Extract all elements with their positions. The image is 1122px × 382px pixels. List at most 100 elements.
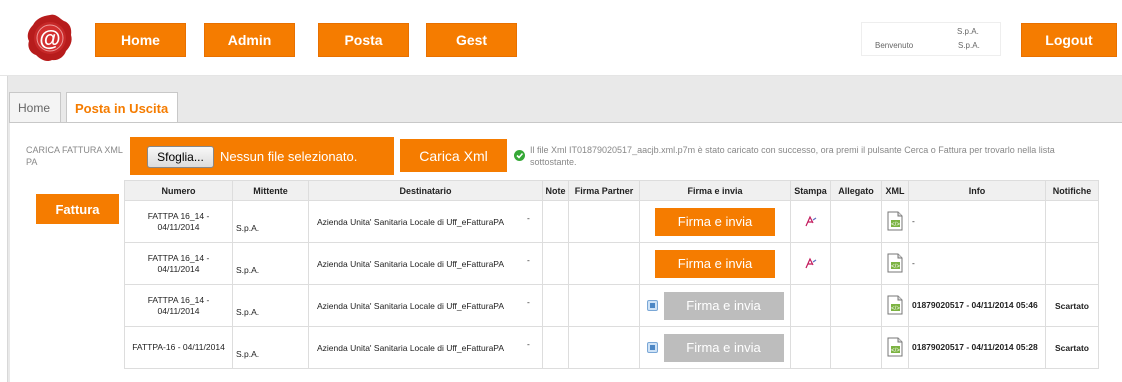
firma-invia-button-disabled: Firma e invia bbox=[663, 291, 784, 320]
destinatario-dash: - bbox=[527, 339, 530, 349]
cell-numero: FATTPA 16_14 - 04/11/2014 bbox=[124, 284, 233, 327]
destinatario-dash: - bbox=[527, 297, 530, 307]
nav-home-button[interactable]: Home bbox=[95, 23, 186, 57]
cell-allegato bbox=[830, 200, 882, 243]
cell-stampa bbox=[790, 284, 831, 327]
col-header-note[interactable]: Note bbox=[542, 180, 569, 201]
cell-mittente: S.p.A. bbox=[232, 326, 309, 369]
cell-xml: </> bbox=[881, 200, 909, 243]
xml-file-icon[interactable]: </> bbox=[887, 337, 903, 359]
cell-stampa bbox=[790, 242, 831, 285]
col-header-xml[interactable]: XML bbox=[881, 180, 909, 201]
cell-notifiche bbox=[1045, 200, 1099, 243]
cell-allegato bbox=[830, 284, 882, 327]
table-row: FATTPA 16_14 - 04/11/2014 S.p.A. Azienda… bbox=[124, 284, 1099, 327]
user-welcome: Benvenuto bbox=[875, 41, 914, 50]
tab-home[interactable]: Home bbox=[9, 92, 61, 123]
cell-numero: FATTPA 16_14 - 04/11/2014 bbox=[124, 200, 233, 243]
cell-destinatario: Azienda Unita' Sanitaria Locale di Uff_e… bbox=[308, 242, 543, 285]
cell-note bbox=[542, 200, 569, 243]
destinatario-text: Azienda Unita' Sanitaria Locale di Uff_e… bbox=[317, 342, 504, 353]
nav-admin-button[interactable]: Admin bbox=[204, 23, 295, 57]
svg-text:</>: </> bbox=[891, 222, 900, 228]
cell-destinatario: Azienda Unita' Sanitaria Locale di Uff_e… bbox=[308, 284, 543, 327]
table-header-row: Numero Mittente Destinatario Note Firma … bbox=[124, 180, 1099, 201]
xml-file-icon[interactable]: </> bbox=[887, 253, 903, 275]
cell-numero: FATTPA-16 - 04/11/2014 bbox=[124, 326, 233, 369]
cell-allegato bbox=[830, 326, 882, 369]
cell-firma: Firma e invia bbox=[639, 242, 791, 285]
cell-xml: </> bbox=[881, 326, 909, 369]
firma-invia-button-disabled: Firma e invia bbox=[663, 333, 784, 362]
firma-invia-button[interactable]: Firma e invia bbox=[655, 207, 775, 236]
cell-firma: Firma e invia bbox=[639, 326, 791, 369]
destinatario-dash: - bbox=[527, 213, 530, 223]
select-checkbox[interactable] bbox=[646, 342, 658, 353]
table-row: FATTPA-16 - 04/11/2014 S.p.A. Azienda Un… bbox=[124, 326, 1099, 369]
user-info: S.p.A. Benvenuto S.p.A. bbox=[861, 22, 1001, 56]
logout-button[interactable]: Logout bbox=[1021, 23, 1117, 57]
tab-posta-uscita[interactable]: Posta in Uscita bbox=[66, 92, 178, 123]
cell-firma-partner bbox=[568, 242, 640, 285]
cell-info: - bbox=[908, 200, 1046, 243]
cell-info: - bbox=[908, 242, 1046, 285]
cell-xml: </> bbox=[881, 242, 909, 285]
cell-allegato bbox=[830, 242, 882, 285]
col-header-destinatario[interactable]: Destinatario bbox=[308, 180, 543, 201]
cell-stampa bbox=[790, 326, 831, 369]
cell-mittente: S.p.A. bbox=[232, 284, 309, 327]
logo-icon: @ bbox=[26, 13, 74, 63]
cell-info: 01879020517 - 04/11/2014 05:46 bbox=[908, 284, 1046, 327]
cell-notifiche bbox=[1045, 242, 1099, 285]
col-header-numero[interactable]: Numero bbox=[124, 180, 233, 201]
fattura-button[interactable]: Fattura bbox=[36, 194, 119, 224]
success-message: Il file Xml IT01879020517_aacjb.xml.p7m … bbox=[530, 145, 1055, 167]
table-row: FATTPA 16_14 - 04/11/2014 S.p.A. Azienda… bbox=[124, 242, 1099, 285]
invoice-table: Numero Mittente Destinatario Note Firma … bbox=[124, 180, 1099, 369]
select-checkbox[interactable] bbox=[646, 300, 658, 311]
cell-info: 01879020517 - 04/11/2014 05:28 bbox=[908, 326, 1046, 369]
destinatario-text: Azienda Unita' Sanitaria Locale di Uff_e… bbox=[317, 216, 504, 227]
xml-file-icon[interactable]: </> bbox=[887, 211, 903, 233]
cell-note bbox=[542, 326, 569, 369]
print-icon[interactable] bbox=[804, 215, 818, 230]
xml-file-icon[interactable]: </> bbox=[887, 295, 903, 317]
success-check-icon bbox=[514, 150, 525, 161]
cell-mittente: S.p.A. bbox=[232, 242, 309, 285]
col-header-allegato[interactable]: Allegato bbox=[830, 180, 882, 201]
user-company-2: S.p.A. bbox=[958, 41, 980, 50]
svg-text:@: @ bbox=[39, 26, 60, 51]
destinatario-text: Azienda Unita' Sanitaria Locale di Uff_e… bbox=[317, 300, 504, 311]
destinatario-text: Azienda Unita' Sanitaria Locale di Uff_e… bbox=[317, 258, 504, 269]
user-company: S.p.A. bbox=[957, 27, 979, 36]
cell-notifiche: Scartato bbox=[1045, 284, 1099, 327]
cell-xml: </> bbox=[881, 284, 909, 327]
nav-posta-button[interactable]: Posta bbox=[318, 23, 409, 57]
carica-xml-button[interactable]: Carica Xml bbox=[400, 139, 507, 172]
cell-note bbox=[542, 242, 569, 285]
col-header-notifiche[interactable]: Notifiche bbox=[1045, 180, 1099, 201]
svg-text:</>: </> bbox=[891, 348, 900, 354]
cell-notifiche: Scartato bbox=[1045, 326, 1099, 369]
app-header: @ Home Admin Posta Gest S.p.A. Benvenuto… bbox=[0, 0, 1122, 76]
col-header-firma-partner[interactable]: Firma Partner bbox=[568, 180, 640, 201]
browse-button[interactable]: Sfoglia... bbox=[147, 146, 214, 168]
col-header-mittente[interactable]: Mittente bbox=[232, 180, 309, 201]
print-icon[interactable] bbox=[804, 257, 818, 272]
cell-firma-partner bbox=[568, 326, 640, 369]
cell-firma: Firma e invia bbox=[639, 284, 791, 327]
cell-destinatario: Azienda Unita' Sanitaria Locale di Uff_e… bbox=[308, 326, 543, 369]
cell-destinatario: Azienda Unita' Sanitaria Locale di Uff_e… bbox=[308, 200, 543, 243]
cell-stampa bbox=[790, 200, 831, 243]
cell-firma-partner bbox=[568, 200, 640, 243]
cell-firma-partner bbox=[568, 284, 640, 327]
col-header-info[interactable]: Info bbox=[908, 180, 1046, 201]
cell-mittente: S.p.A. bbox=[232, 200, 309, 243]
firma-invia-button[interactable]: Firma e invia bbox=[655, 249, 775, 278]
svg-text:</>: </> bbox=[891, 264, 900, 270]
file-status: Nessun file selezionato. bbox=[220, 149, 358, 164]
cell-numero: FATTPA 16_14 - 04/11/2014 bbox=[124, 242, 233, 285]
nav-gest-button[interactable]: Gest bbox=[426, 23, 517, 57]
col-header-firma-invia[interactable]: Firma e invia bbox=[639, 180, 791, 201]
col-header-stampa[interactable]: Stampa bbox=[790, 180, 831, 201]
